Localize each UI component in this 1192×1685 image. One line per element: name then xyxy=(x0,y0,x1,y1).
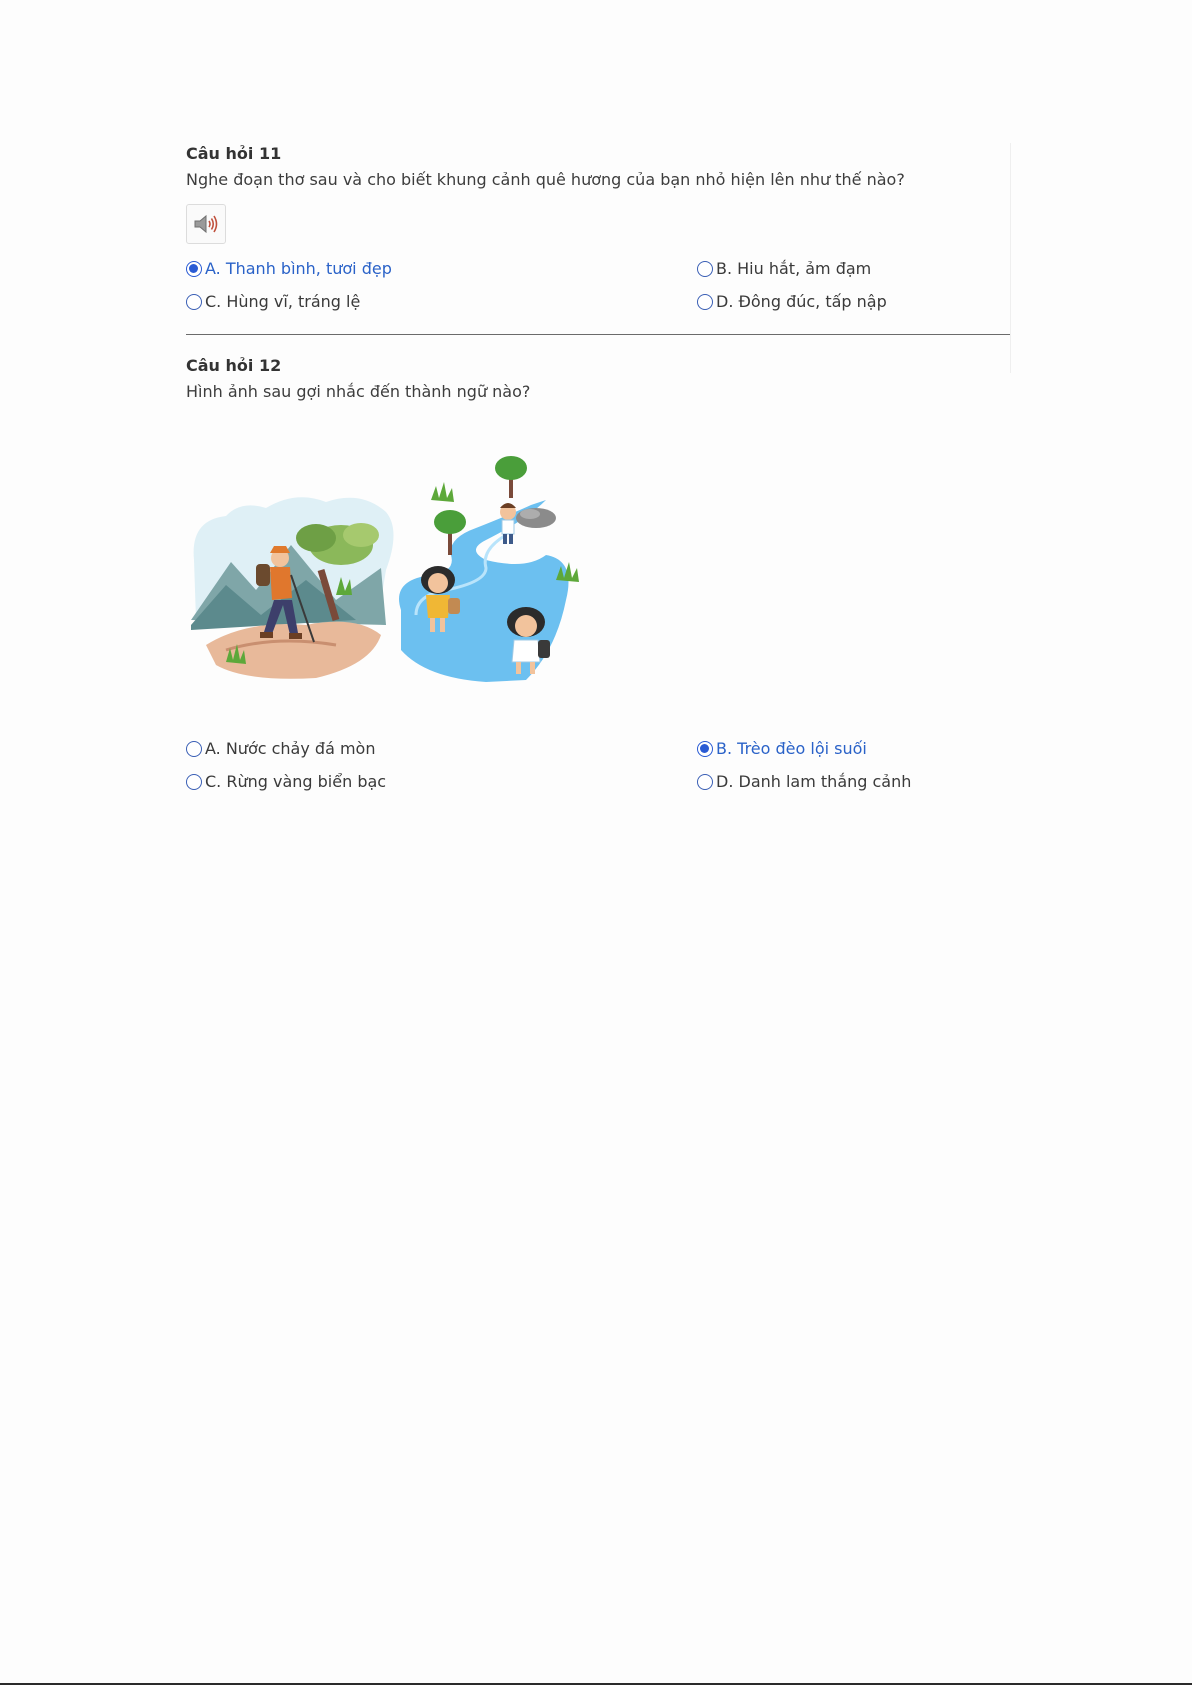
radio-button[interactable] xyxy=(697,774,713,790)
audio-play-button[interactable] xyxy=(186,204,226,244)
option-label: B. Hiu hắt, ảm đạm xyxy=(716,259,872,278)
question-title: Câu hỏi 11 xyxy=(186,144,282,163)
radio-button[interactable] xyxy=(186,741,202,757)
option-label: C. Rừng vàng biển bạc xyxy=(205,772,387,791)
answer-options: A. Thanh bình, tươi đẹp B. Hiu hắt, ảm đ… xyxy=(186,258,1010,313)
option-d[interactable]: D. Đông đúc, tấp nập xyxy=(697,291,1010,313)
option-label: D. Đông đúc, tấp nập xyxy=(716,292,887,311)
question-text: Hình ảnh sau gợi nhắc đến thành ngữ nào? xyxy=(186,382,531,401)
answer-options: A. Nước chảy đá mòn B. Trèo đèo lội suối… xyxy=(186,738,1010,793)
question-title: Câu hỏi 12 xyxy=(186,356,282,375)
radio-button[interactable] xyxy=(697,741,713,757)
hiking-river-illustration xyxy=(191,456,579,682)
radio-button[interactable] xyxy=(186,294,202,310)
option-c[interactable]: C. Hùng vĩ, tráng lệ xyxy=(186,291,697,313)
question-12: Câu hỏi 12 Hình ảnh sau gợi nhắc đến thà… xyxy=(186,335,1010,793)
option-a[interactable]: A. Thanh bình, tươi đẹp xyxy=(186,258,697,280)
option-b[interactable]: B. Trèo đèo lội suối xyxy=(697,738,1010,760)
question-text: Nghe đoạn thơ sau và cho biết khung cảnh… xyxy=(186,170,905,189)
quiz-container: Câu hỏi 11 Nghe đoạn thơ sau và cho biết… xyxy=(186,143,1010,793)
option-label: D. Danh lam thắng cảnh xyxy=(716,772,912,791)
radio-button[interactable] xyxy=(697,261,713,277)
option-b[interactable]: B. Hiu hắt, ảm đạm xyxy=(697,258,1010,280)
option-c[interactable]: C. Rừng vàng biển bạc xyxy=(186,771,697,793)
option-label: C. Hùng vĩ, tráng lệ xyxy=(205,292,361,311)
panel-edge xyxy=(1010,143,1011,373)
option-label: A. Nước chảy đá mòn xyxy=(205,739,376,758)
radio-button[interactable] xyxy=(186,774,202,790)
radio-button[interactable] xyxy=(697,294,713,310)
question-11: Câu hỏi 11 Nghe đoạn thơ sau và cho biết… xyxy=(186,143,1010,335)
speaker-icon xyxy=(194,214,218,234)
radio-button[interactable] xyxy=(186,261,202,277)
option-d[interactable]: D. Danh lam thắng cảnh xyxy=(697,771,1010,793)
option-label: B. Trèo đèo lội suối xyxy=(716,739,867,758)
option-a[interactable]: A. Nước chảy đá mòn xyxy=(186,738,697,760)
option-label: A. Thanh bình, tươi đẹp xyxy=(205,259,392,278)
